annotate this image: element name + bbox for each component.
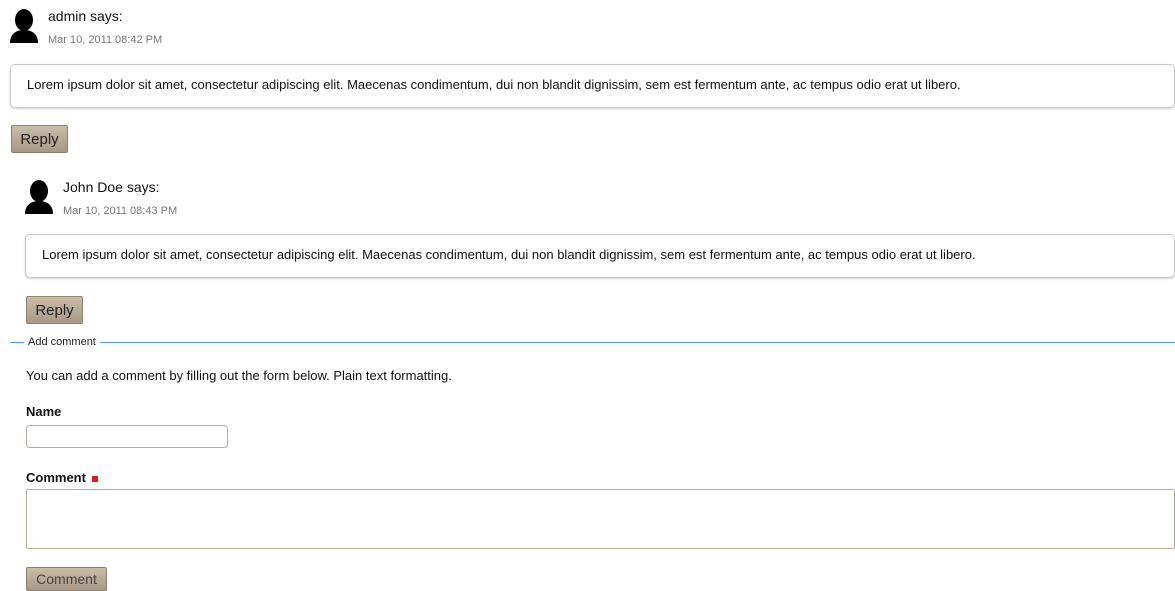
required-marker-icon	[91, 475, 98, 482]
name-input[interactable]	[26, 425, 228, 448]
comment-author: John Doe says:	[63, 179, 160, 195]
comment-label: Comment	[26, 470, 86, 485]
comment-date: Mar 10, 2011 08:43 PM	[63, 205, 178, 217]
reply-button[interactable]: Reply	[26, 296, 83, 324]
add-comment-divider	[10, 342, 1175, 343]
form-description: You can add a comment by filling out the…	[26, 368, 452, 383]
comment-body: Lorem ipsum dolor sit amet, consectetur …	[25, 234, 1175, 278]
avatar-icon	[10, 9, 38, 43]
avatar-icon	[25, 180, 53, 214]
comment-label-wrap: Comment	[26, 470, 98, 485]
comment-date: Mar 10, 2011 08:42 PM	[48, 34, 163, 46]
name-label: Name	[26, 404, 62, 419]
comment-submit-button[interactable]: Comment	[26, 567, 107, 591]
comment-body: Lorem ipsum dolor sit amet, consectetur …	[10, 64, 1175, 108]
comment-textarea[interactable]	[26, 489, 1175, 549]
reply-button[interactable]: Reply	[11, 125, 68, 153]
add-comment-legend: Add comment	[24, 336, 100, 348]
comment-author: admin says:	[48, 8, 123, 24]
